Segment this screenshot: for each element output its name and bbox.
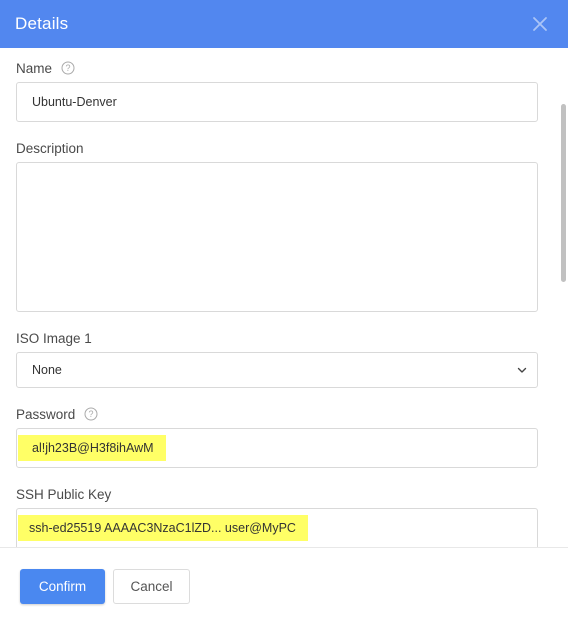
- cancel-button[interactable]: Cancel: [113, 569, 190, 604]
- details-dialog: Details Name ? Ubuntu-Denver Description…: [0, 0, 568, 624]
- dialog-footer: Confirm Cancel: [0, 547, 568, 624]
- password-value: al!jh23B@H3f8ihAwM: [18, 435, 166, 461]
- iso-image-selected: None: [32, 363, 62, 377]
- dialog-header: Details: [0, 0, 568, 48]
- question-circle-icon[interactable]: ?: [84, 407, 98, 421]
- iso-image-select[interactable]: None: [16, 352, 538, 388]
- dialog-title: Details: [15, 14, 69, 33]
- ssh-key-input[interactable]: ssh-ed25519 AAAAC3NzaC1lZD... user@MyPC: [16, 508, 538, 547]
- iso-image-label-row: ISO Image 1: [16, 328, 92, 348]
- question-circle-icon[interactable]: ?: [61, 61, 75, 75]
- description-label: Description: [16, 140, 84, 156]
- ssh-key-label-row: SSH Public Key: [16, 484, 111, 504]
- name-label: Name: [16, 60, 53, 76]
- iso-image-label: ISO Image 1: [16, 330, 92, 346]
- description-label-row: Description: [16, 138, 84, 158]
- ssh-key-value: ssh-ed25519 AAAAC3NzaC1lZD... user@MyPC: [18, 515, 308, 541]
- close-icon[interactable]: [530, 14, 550, 34]
- password-label-row: Password ?: [16, 404, 98, 424]
- confirm-button[interactable]: Confirm: [20, 569, 105, 604]
- svg-text:?: ?: [89, 409, 94, 419]
- dialog-body: Name ? Ubuntu-Denver Description ISO Ima…: [0, 48, 568, 547]
- password-input[interactable]: al!jh23B@H3f8ihAwM: [16, 428, 538, 468]
- chevron-down-icon: [517, 367, 527, 373]
- name-label-row: Name ?: [16, 58, 75, 78]
- name-input-value: Ubuntu-Denver: [32, 95, 117, 109]
- password-label: Password: [16, 406, 76, 422]
- name-input[interactable]: Ubuntu-Denver: [16, 82, 538, 122]
- description-textarea[interactable]: [16, 162, 538, 312]
- scrollbar[interactable]: [561, 104, 566, 282]
- ssh-key-label: SSH Public Key: [16, 486, 112, 502]
- svg-text:?: ?: [66, 63, 71, 73]
